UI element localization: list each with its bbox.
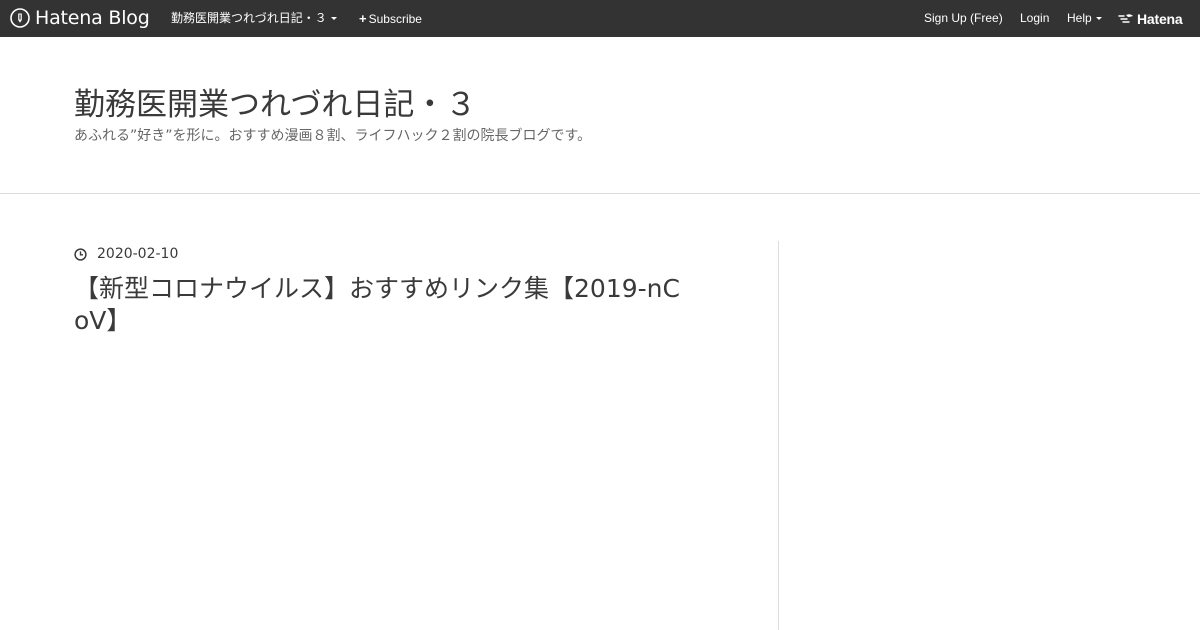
hatena-logo[interactable]: Hatena	[1118, 9, 1183, 29]
help-menu[interactable]: Help	[1067, 0, 1102, 37]
hatena-label: Hatena	[1137, 11, 1183, 27]
blog-name-menu[interactable]: 勤務医開業つれづれ日記・３	[171, 0, 337, 37]
hatena-blog-pen-icon	[10, 8, 30, 28]
blog-description: あふれる”好き”を形に。おすすめ漫画８割、ライフハック２割の院長ブログです。	[74, 128, 592, 144]
blog-title-area: 勤務医開業つれづれ日記・３ あふれる”好き”を形に。おすすめ漫画８割、ライフハッ…	[0, 37, 1200, 194]
entry-title[interactable]: 【新型コロナウイルス】おすすめリンク集【2019-nCoV】	[74, 273, 694, 337]
plus-icon: +	[359, 11, 367, 26]
signup-link[interactable]: Sign Up (Free)	[924, 0, 1003, 37]
entry-date-text: 2020-02-10	[97, 246, 179, 262]
subscribe-button[interactable]: + Subscribe	[359, 0, 422, 37]
help-label: Help	[1067, 11, 1092, 25]
sidebar	[779, 241, 1200, 630]
clock-icon	[74, 247, 97, 261]
caret-down-icon	[330, 17, 337, 21]
main-content: 2020-02-10 【新型コロナウイルス】おすすめリンク集【2019-nCoV…	[0, 194, 1200, 630]
entry-date[interactable]: 2020-02-10	[74, 244, 714, 264]
blog-name-label: 勤務医開業つれづれ日記・３	[171, 11, 327, 25]
hatena-bird-icon	[1118, 10, 1134, 29]
logo-text: Hatena Blog	[35, 7, 150, 29]
caret-down-icon	[1095, 17, 1102, 21]
global-header: Hatena Blog 勤務医開業つれづれ日記・３ + Subscribe Sig…	[0, 0, 1200, 37]
subscribe-label: Subscribe	[368, 12, 422, 26]
login-link[interactable]: Login	[1020, 0, 1049, 37]
entry: 2020-02-10 【新型コロナウイルス】おすすめリンク集【2019-nCoV…	[74, 244, 714, 337]
hatena-blog-logo[interactable]: Hatena Blog	[10, 7, 150, 29]
blog-title[interactable]: 勤務医開業つれづれ日記・３	[74, 85, 476, 125]
